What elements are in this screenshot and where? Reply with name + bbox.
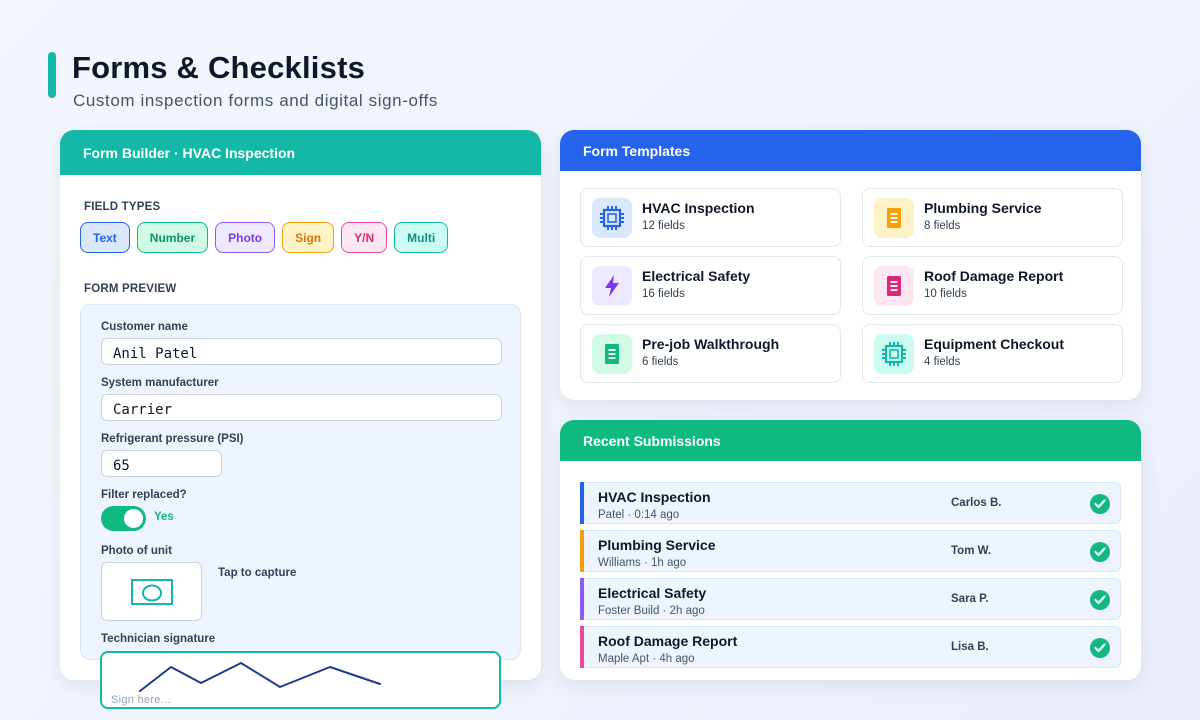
field-type-yn-chip[interactable]: Y/N: [341, 222, 388, 253]
form-templates-card: Form Templates HVAC Inspection 12 fields…: [560, 130, 1141, 400]
field-type-photo-chip[interactable]: Photo: [215, 222, 276, 253]
check-icon: [1090, 590, 1110, 610]
recent-submissions-card: Recent Submissions HVAC Inspection Patel…: [560, 420, 1141, 680]
template-card[interactable]: Roof Damage Report 10 fields: [862, 256, 1123, 315]
field-type-chips: Text Number Photo Sign Y/N Multi: [80, 222, 449, 253]
template-card[interactable]: Equipment Checkout 4 fields: [862, 324, 1123, 383]
signature-placeholder: Sign here...: [111, 694, 171, 706]
page-subtitle: Custom inspection forms and digital sign…: [73, 91, 438, 110]
filter-replaced-toggle[interactable]: [101, 506, 146, 531]
field-type-number-chip[interactable]: Number: [136, 222, 209, 253]
chip-icon: [592, 198, 632, 238]
submission-row[interactable]: Plumbing Service Williams · 1h ago Tom W…: [580, 530, 1121, 572]
signature-label: Technician signature: [101, 633, 216, 645]
manufacturer-label: System manufacturer: [101, 377, 219, 389]
customer-name-label: Customer name: [101, 321, 188, 333]
template-field-count: 10 fields: [924, 288, 967, 300]
template-card[interactable]: Electrical Safety 16 fields: [580, 256, 841, 315]
title-accent-bar: [48, 52, 56, 98]
template-field-count: 8 fields: [924, 220, 961, 232]
manufacturer-input[interactable]: Carrier: [101, 394, 502, 421]
submission-color-bar: [580, 578, 584, 620]
chip-icon: [874, 334, 914, 374]
submission-meta: Patel · 0:14 ago: [598, 509, 680, 521]
template-name: Pre-job Walkthrough: [642, 336, 780, 352]
submission-user: Lisa B.: [951, 641, 989, 653]
submission-color-bar: [580, 482, 584, 524]
submission-title: Roof Damage Report: [598, 633, 738, 649]
photo-capture-hint: Tap to capture: [218, 567, 297, 579]
photo-icon: [130, 578, 173, 605]
field-type-text-chip[interactable]: Text: [80, 222, 130, 253]
submission-title: HVAC Inspection: [598, 489, 711, 505]
template-card[interactable]: HVAC Inspection 12 fields: [580, 188, 841, 247]
filter-replaced-value: Yes: [154, 511, 174, 523]
submission-title: Electrical Safety: [598, 585, 707, 601]
submission-row[interactable]: Roof Damage Report Maple Apt · 4h ago Li…: [580, 626, 1121, 668]
photo-label: Photo of unit: [101, 545, 172, 557]
document-icon: [874, 266, 914, 306]
submission-row[interactable]: HVAC Inspection Patel · 0:14 ago Carlos …: [580, 482, 1121, 524]
submission-title: Plumbing Service: [598, 537, 716, 553]
customer-name-input[interactable]: Anil Patel: [101, 338, 502, 365]
submission-meta: Williams · 1h ago: [598, 557, 687, 569]
submission-user: Tom W.: [951, 545, 992, 557]
recent-submissions-header: Recent Submissions: [560, 420, 1141, 461]
form-builder-card: Form Builder · HVAC Inspection FIELD TYP…: [60, 130, 541, 680]
template-field-count: 16 fields: [642, 288, 685, 300]
form-preview: Customer name Anil Patel System manufact…: [80, 304, 521, 660]
lightning-icon: [592, 266, 632, 306]
submission-user: Sara P.: [951, 593, 989, 605]
submission-user: Carlos B.: [951, 497, 1002, 509]
template-name: HVAC Inspection: [642, 200, 755, 216]
submission-color-bar: [580, 626, 584, 668]
field-type-multi-chip[interactable]: Multi: [394, 222, 449, 253]
pressure-label: Refrigerant pressure (PSI): [101, 433, 244, 445]
submission-meta: Foster Build · 2h ago: [598, 605, 705, 617]
template-field-count: 6 fields: [642, 356, 679, 368]
check-icon: [1090, 494, 1110, 514]
document-icon: [874, 198, 914, 238]
form-builder-header: Form Builder · HVAC Inspection: [60, 130, 541, 175]
check-icon: [1090, 542, 1110, 562]
field-types-label: FIELD TYPES: [84, 201, 161, 213]
template-name: Plumbing Service: [924, 200, 1042, 216]
submission-row[interactable]: Electrical Safety Foster Build · 2h ago …: [580, 578, 1121, 620]
check-icon: [1090, 638, 1110, 658]
template-field-count: 12 fields: [642, 220, 685, 232]
form-preview-label: FORM PREVIEW: [84, 283, 177, 295]
document-icon: [592, 334, 632, 374]
template-name: Equipment Checkout: [924, 336, 1065, 352]
pressure-input[interactable]: 65: [101, 450, 222, 477]
signature-pad[interactable]: Sign here...: [100, 651, 501, 709]
page-title: Forms & Checklists: [72, 50, 366, 85]
template-name: Roof Damage Report: [924, 268, 1064, 284]
field-type-sign-chip[interactable]: Sign: [282, 222, 335, 253]
template-field-count: 4 fields: [924, 356, 961, 368]
form-templates-header: Form Templates: [560, 130, 1141, 171]
photo-capture-box[interactable]: [101, 562, 202, 621]
template-card[interactable]: Pre-job Walkthrough 6 fields: [580, 324, 841, 383]
filter-replaced-label: Filter replaced?: [101, 489, 187, 501]
template-card[interactable]: Plumbing Service 8 fields: [862, 188, 1123, 247]
template-name: Electrical Safety: [642, 268, 751, 284]
submission-color-bar: [580, 530, 584, 572]
submission-meta: Maple Apt · 4h ago: [598, 653, 695, 665]
